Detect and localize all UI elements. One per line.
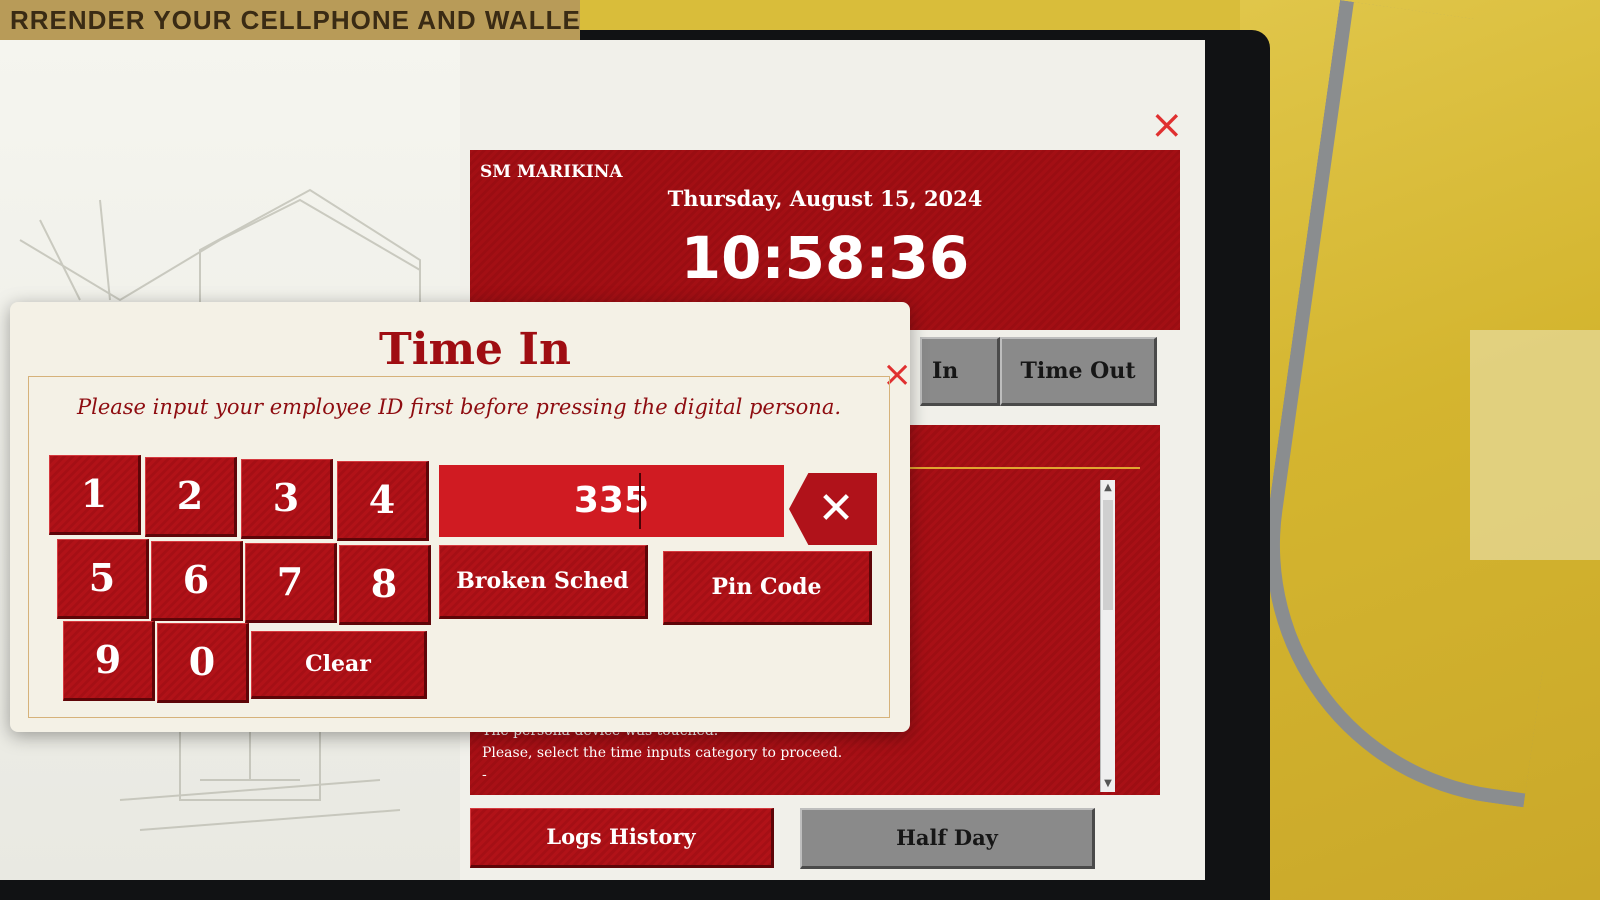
current-date: Thursday, August 15, 2024	[667, 186, 983, 211]
logs-history-button[interactable]: Logs History	[470, 808, 774, 868]
broken-sched-button[interactable]: Broken Sched	[439, 545, 648, 619]
pin-code-button[interactable]: Pin Code	[663, 551, 872, 625]
keypad-key-2[interactable]: 2	[145, 457, 237, 537]
keypad-key-9[interactable]: 9	[63, 621, 155, 701]
text-caret	[639, 473, 641, 529]
clear-button[interactable]: Clear	[251, 631, 427, 699]
backspace-icon[interactable]: ✕	[789, 473, 877, 545]
current-time: 10:58:36	[680, 224, 970, 292]
log-line: Please, select the time inputs category …	[482, 745, 843, 761]
keypad-key-6[interactable]: 6	[151, 541, 243, 621]
half-day-button[interactable]: Half Day	[800, 808, 1095, 869]
scrollbar-thumb[interactable]	[1103, 500, 1113, 610]
log-scrollbar[interactable]: ▲ ▼	[1100, 480, 1115, 792]
main-close-icon[interactable]: ×	[1150, 105, 1184, 145]
divider	[910, 467, 1140, 469]
scroll-down-icon[interactable]: ▼	[1101, 776, 1115, 792]
keypad-key-5[interactable]: 5	[57, 539, 149, 619]
screen: × SM MARIKINA Thursday, August 15, 2024 …	[0, 40, 1205, 880]
keypad-key-1[interactable]: 1	[49, 455, 141, 535]
keypad-key-8[interactable]: 8	[339, 545, 431, 625]
keypad-key-3[interactable]: 3	[241, 459, 333, 539]
keypad-key-4[interactable]: 4	[337, 461, 429, 541]
keypad-key-0[interactable]: 0	[157, 623, 249, 703]
time-in-dialog: Time In × Please input your employee ID …	[10, 302, 912, 732]
dialog-instruction: Please input your employee ID first befo…	[76, 395, 842, 419]
time-out-button[interactable]: Time Out	[1000, 337, 1157, 406]
keypad-key-7[interactable]: 7	[245, 543, 337, 623]
dialog-body: Please input your employee ID first befo…	[28, 376, 890, 718]
log-line: -	[482, 767, 487, 783]
employee-id-input[interactable]: 335	[439, 465, 784, 537]
dialog-title: Time In	[379, 324, 571, 375]
scroll-up-icon[interactable]: ▲	[1101, 480, 1115, 496]
store-name: SM MARIKINA	[480, 162, 623, 182]
